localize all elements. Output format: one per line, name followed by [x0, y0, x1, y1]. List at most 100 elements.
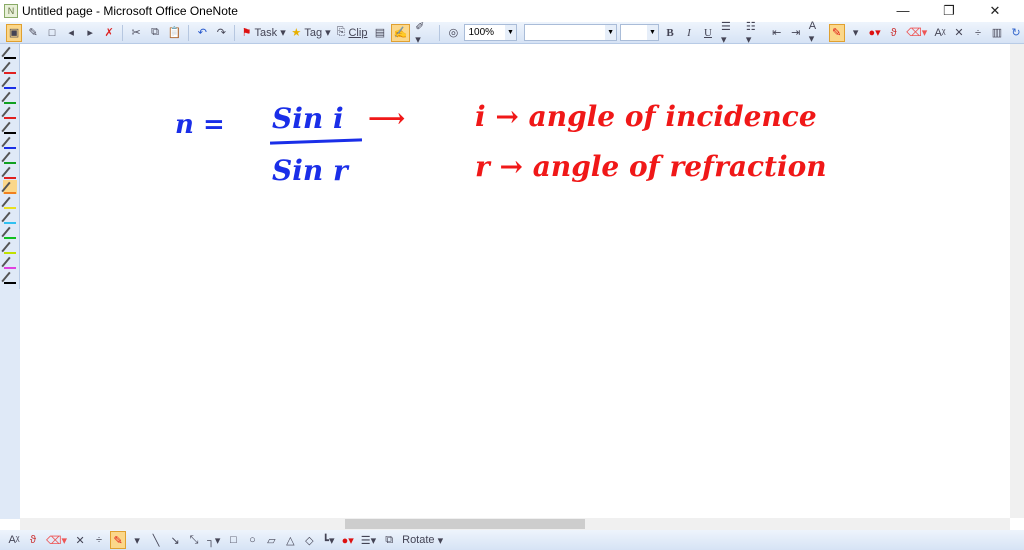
arrow-icon[interactable]: ↘: [167, 531, 183, 549]
close-button[interactable]: ✕: [972, 0, 1018, 22]
underline-button[interactable]: U: [700, 24, 716, 42]
back-icon[interactable]: ◂: [63, 24, 79, 42]
eraser-icon[interactable]: ⌫▾: [905, 24, 929, 42]
pen-palette: [0, 44, 20, 289]
line-weight-icon[interactable]: ☰▾: [359, 531, 378, 549]
rotate-button[interactable]: Rotate ▾: [400, 531, 445, 549]
task-button[interactable]: ⚑ Task ▾: [240, 24, 287, 42]
separator: [439, 24, 441, 41]
bold-button[interactable]: B: [662, 24, 678, 42]
pen-6-icon[interactable]: [1, 120, 17, 134]
note-canvas[interactable]: n = Sin i ⟶ Sin r i → angle of incidence…: [20, 44, 1010, 518]
redo-icon[interactable]: ↷: [213, 24, 229, 42]
ink-denominator: Sin r: [272, 154, 348, 187]
zoom-combo[interactable]: 100% ▼: [464, 24, 517, 41]
color-icon[interactable]: ●▾: [340, 531, 356, 549]
zoom-value: 100%: [468, 27, 495, 38]
pen-color-icon[interactable]: ●▾: [867, 24, 883, 42]
pen-5-icon[interactable]: [1, 105, 17, 119]
page-icon[interactable]: ▥: [989, 24, 1005, 42]
pen-14-icon[interactable]: [1, 240, 17, 254]
chevron-down-icon: ▼: [605, 25, 617, 40]
insert-space-icon[interactable]: ÷: [970, 24, 986, 42]
pen-13-icon[interactable]: [1, 225, 17, 239]
arrange-icon[interactable]: ⧉: [381, 531, 397, 549]
delete-page-icon[interactable]: ✗: [101, 24, 117, 42]
left-margin: [0, 289, 20, 519]
sync-icon[interactable]: ◎: [445, 24, 461, 42]
title-bar: N Untitled page - Microsoft Office OneNo…: [0, 0, 1024, 22]
pen-icon[interactable]: ✐ ▾: [413, 21, 434, 46]
diamond-icon[interactable]: ◇: [301, 531, 317, 549]
separator: [188, 24, 190, 41]
eraser-icon[interactable]: ⌫▾: [44, 531, 69, 549]
pen-2-icon[interactable]: [1, 60, 17, 74]
clip-button[interactable]: ⎘ Clip: [335, 24, 369, 42]
delete-icon[interactable]: ✕: [72, 531, 88, 549]
pen-4-icon[interactable]: [1, 90, 17, 104]
paste-icon[interactable]: 📋: [166, 24, 183, 42]
bullets-icon[interactable]: ☰ ▾: [719, 21, 741, 46]
lasso-icon[interactable]: ϑ: [886, 24, 902, 42]
lasso-icon[interactable]: ϑ: [25, 531, 41, 549]
pen-9-icon[interactable]: [1, 165, 17, 179]
ink-arrow: ⟶: [368, 104, 406, 134]
scroll-thumb[interactable]: [345, 519, 585, 529]
chevron-down-icon[interactable]: ▾: [129, 531, 145, 549]
double-arrow-icon[interactable]: ⤡: [186, 531, 202, 549]
ink-to-text-icon[interactable]: Aᵡ: [6, 531, 22, 549]
minimize-button[interactable]: —: [880, 0, 926, 22]
tag-button[interactable]: ★ Tag ▾: [290, 24, 332, 42]
insert-space-icon[interactable]: ÷: [91, 531, 107, 549]
font-color-icon[interactable]: A ▾: [807, 20, 826, 45]
delete-icon[interactable]: ✕: [951, 24, 967, 42]
numbering-icon[interactable]: ☷ ▾: [744, 21, 766, 46]
cut-icon[interactable]: ✂: [128, 24, 144, 42]
pen-8-icon[interactable]: [1, 150, 17, 164]
ink-to-text-icon[interactable]: Aᵡ: [932, 24, 948, 42]
pen-16-icon[interactable]: [1, 270, 17, 284]
font-combo[interactable]: ▼: [523, 24, 618, 41]
pen-1-icon[interactable]: [1, 45, 17, 59]
separator: [234, 24, 236, 41]
italic-button[interactable]: I: [681, 24, 697, 42]
page-view-icon[interactable]: ▣: [6, 23, 23, 42]
flag-icon: ⚑: [241, 27, 252, 39]
line-icon[interactable]: ╲: [148, 531, 164, 549]
undo-icon[interactable]: ↶: [194, 24, 210, 42]
onenote-app-icon: N: [4, 4, 18, 18]
chevron-down-icon: ▼: [504, 25, 516, 40]
restore-button[interactable]: ❐: [926, 0, 972, 22]
forward-icon[interactable]: ▸: [82, 24, 98, 42]
pen-mode-icon[interactable]: ✍: [390, 23, 411, 42]
pen-3-icon[interactable]: [1, 75, 17, 89]
new-page-icon[interactable]: □: [44, 24, 60, 42]
pin-icon[interactable]: ✎: [25, 24, 41, 42]
chevron-down-icon[interactable]: ▾: [848, 24, 864, 42]
tag-label: Tag: [304, 26, 323, 39]
pen-15-icon[interactable]: [1, 255, 17, 269]
copy-icon[interactable]: ⧉: [147, 24, 163, 42]
ink-n-equals: n =: [175, 110, 225, 140]
pen-12-icon[interactable]: [1, 210, 17, 224]
pen-10-icon[interactable]: [1, 180, 17, 194]
star-icon: ★: [291, 27, 302, 39]
pen-11-icon[interactable]: [1, 195, 17, 209]
ellipse-icon[interactable]: ○: [244, 531, 260, 549]
decrease-indent-icon[interactable]: ⇤: [769, 24, 785, 42]
rectangle-icon[interactable]: □: [225, 531, 241, 549]
parallelogram-icon[interactable]: ▱: [263, 531, 279, 549]
fraction-bar: [269, 138, 363, 145]
triangle-icon[interactable]: △: [282, 531, 298, 549]
connector-icon[interactable]: ┗▾: [320, 531, 336, 549]
vertical-scrollbar[interactable]: [1010, 44, 1024, 518]
highlighter-icon[interactable]: ✎: [828, 23, 845, 42]
axis-icon[interactable]: ┐▾: [205, 531, 222, 549]
horizontal-scrollbar[interactable]: [20, 518, 1010, 530]
increase-indent-icon[interactable]: ⇥: [788, 24, 804, 42]
research-icon[interactable]: ↻: [1008, 24, 1024, 42]
table-icon[interactable]: ▤: [372, 24, 388, 42]
font-size-combo[interactable]: ▼: [620, 24, 659, 41]
pen-icon[interactable]: ✎: [110, 531, 127, 549]
pen-7-icon[interactable]: [1, 135, 17, 149]
